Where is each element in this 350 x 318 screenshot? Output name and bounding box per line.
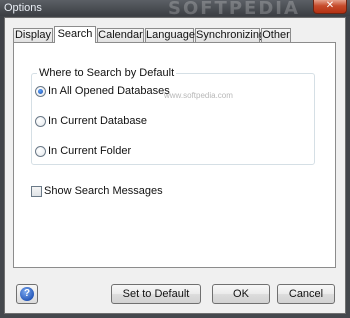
radio-current-folder-label[interactable]: In Current Folder bbox=[48, 145, 131, 158]
show-search-messages-label[interactable]: Show Search Messages bbox=[44, 185, 163, 198]
cancel-button[interactable]: Cancel bbox=[277, 284, 335, 304]
close-button[interactable]: ✕ bbox=[313, 0, 347, 14]
tab-calendar[interactable]: Calendar bbox=[97, 28, 144, 42]
ok-button[interactable]: OK bbox=[212, 284, 270, 304]
search-tab-panel: www.softpedia.com Where to Search by Def… bbox=[13, 42, 336, 268]
show-search-messages-checkbox[interactable] bbox=[31, 186, 42, 197]
close-icon: ✕ bbox=[325, 0, 335, 11]
radio-current-database[interactable] bbox=[35, 116, 46, 127]
help-icon: ? bbox=[20, 287, 34, 301]
tab-display[interactable]: Display bbox=[13, 28, 53, 42]
options-window: Options SOFTPEDIA ✕ Display Search Calen… bbox=[0, 0, 350, 318]
tab-synchronizing[interactable]: Synchronizing bbox=[195, 28, 265, 42]
tab-search[interactable]: Search bbox=[54, 26, 96, 43]
title-bar[interactable]: Options SOFTPEDIA ✕ bbox=[0, 0, 350, 19]
tab-language[interactable]: Language bbox=[145, 28, 195, 42]
window-title: Options bbox=[4, 2, 42, 14]
radio-current-database-label[interactable]: In Current Database bbox=[48, 115, 147, 128]
group-title: Where to Search by Default bbox=[37, 66, 177, 80]
set-to-default-button[interactable]: Set to Default bbox=[111, 284, 201, 304]
radio-all-databases-label[interactable]: In All Opened Databases bbox=[48, 85, 170, 98]
radio-current-folder[interactable] bbox=[35, 146, 46, 157]
tab-other[interactable]: Other bbox=[261, 28, 291, 42]
help-button[interactable]: ? bbox=[16, 284, 38, 304]
radio-all-databases[interactable] bbox=[35, 86, 46, 97]
